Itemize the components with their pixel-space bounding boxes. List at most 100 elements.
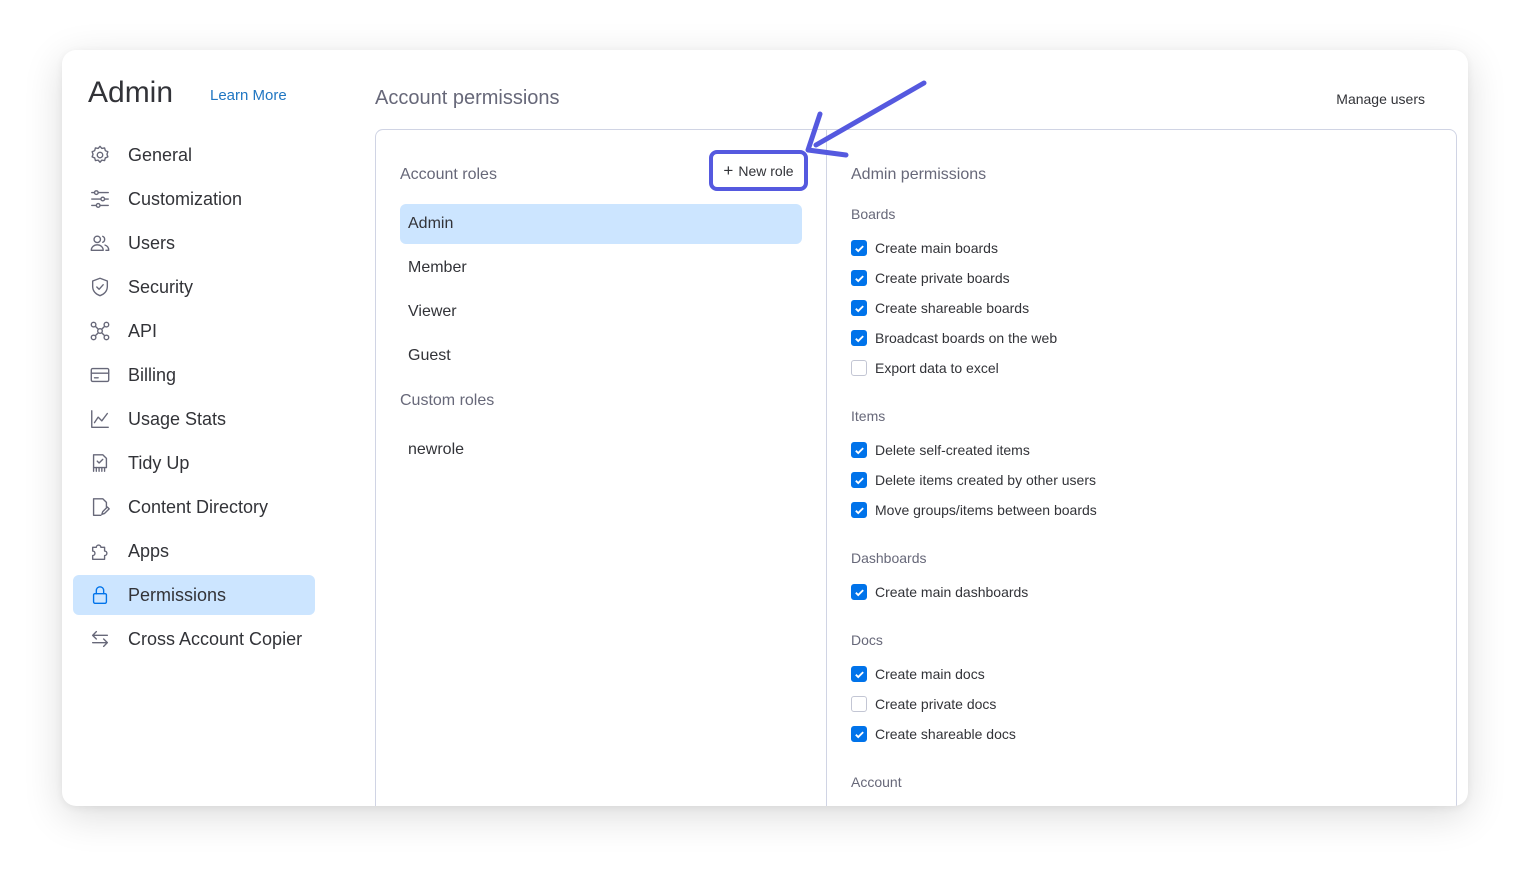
checkmark-icon (854, 730, 864, 738)
new-role-label: New role (738, 162, 794, 179)
permission-row: Export data to excel (851, 353, 1431, 383)
checkmark-icon (854, 670, 864, 678)
chart-icon (89, 408, 111, 430)
content-directory-icon (89, 496, 111, 518)
permission-row: Delete items created by other users (851, 465, 1431, 495)
permission-row: Create main dashboards (851, 577, 1431, 607)
permission-checkbox[interactable] (851, 330, 867, 346)
permission-label: Create main boards (875, 240, 998, 256)
users-icon (89, 232, 111, 254)
new-role-button[interactable]: + New role (709, 150, 808, 191)
sidebar-item-label: Users (128, 232, 176, 253)
permission-row: Upload files across the system (851, 801, 1431, 806)
permission-row: Broadcast boards on the web (851, 323, 1431, 353)
checkmark-icon (854, 334, 864, 342)
sidebar-item-label: Apps (128, 540, 170, 561)
permission-group-title: Items (851, 408, 886, 424)
sidebar-item-usage-stats[interactable]: Usage Stats (73, 399, 315, 439)
permission-group-boards: Boards Create main boards Create private b… (851, 203, 1431, 383)
sidebar-item-users[interactable]: Users (73, 223, 315, 263)
sidebar: General Customization Users Security API (73, 135, 315, 663)
permission-checkbox[interactable] (851, 502, 867, 518)
role-item-member[interactable]: Member (400, 248, 802, 288)
permission-group-items: Items Delete self-created items Delete ite… (851, 405, 1431, 525)
permission-checkbox[interactable] (851, 240, 867, 256)
role-item-newrole[interactable]: newrole (400, 430, 802, 470)
permissions-heading: Admin permissions (851, 166, 987, 183)
permission-group-dashboards: Dashboards Create main dashboards (851, 547, 1431, 607)
permission-row: Create shareable docs (851, 719, 1431, 749)
permission-label: Delete items created by other users (875, 472, 1096, 488)
permission-checkbox[interactable] (851, 696, 867, 712)
permission-checkbox[interactable] (851, 442, 867, 458)
permission-label: Create private boards (875, 270, 1010, 286)
sidebar-item-general[interactable]: General (73, 135, 315, 175)
sidebar-item-label: API (128, 320, 158, 341)
permission-label: Delete self-created items (875, 442, 1030, 458)
custom-roles-list: newrole (400, 430, 802, 474)
permission-label: Create shareable boards (875, 300, 1030, 316)
gear-icon (89, 144, 111, 166)
permission-checkbox[interactable] (851, 300, 867, 316)
sidebar-item-label: Content Directory (128, 496, 269, 517)
permission-label: Move groups/items between boards (875, 502, 1097, 518)
manage-users-link[interactable]: Manage users (1336, 91, 1425, 107)
permissions-panel: Account roles + New role Admin Member Vi… (375, 129, 1457, 806)
learn-more-link[interactable]: Learn More (210, 87, 287, 104)
account-roles-heading: Account roles (400, 166, 497, 183)
permission-checkbox[interactable] (851, 360, 867, 376)
sidebar-item-billing[interactable]: Billing (73, 355, 315, 395)
sidebar-item-tidy-up[interactable]: Tidy Up (73, 443, 315, 483)
sidebar-item-label: Billing (128, 364, 177, 385)
checkmark-icon (854, 244, 864, 252)
shield-icon (89, 276, 111, 298)
sidebar-item-label: Customization (128, 188, 243, 209)
permission-row: Create main docs (851, 659, 1431, 689)
role-item-admin[interactable]: Admin (400, 204, 802, 244)
custom-roles-heading: Custom roles (400, 392, 495, 409)
sidebar-item-permissions[interactable]: Permissions (73, 575, 315, 615)
sidebar-item-customization[interactable]: Customization (73, 179, 315, 219)
sidebar-item-label: Permissions (128, 584, 227, 605)
role-item-guest[interactable]: Guest (400, 336, 802, 376)
permission-checkbox[interactable] (851, 270, 867, 286)
permission-group-title: Account (851, 774, 902, 790)
permission-groups: Boards Create main boards Create private b… (851, 203, 1431, 806)
sliders-icon (89, 188, 111, 210)
permission-group-account: Account Upload files across the system (851, 771, 1431, 806)
permission-checkbox[interactable] (851, 726, 867, 742)
role-item-viewer[interactable]: Viewer (400, 292, 802, 332)
page-title: Account permissions (375, 87, 560, 109)
permission-row: Create private boards (851, 263, 1431, 293)
annotation-arrow-icon (805, 80, 927, 158)
sidebar-item-security[interactable]: Security (73, 267, 315, 307)
admin-title: Admin (88, 76, 174, 109)
tidy-up-icon (89, 452, 111, 474)
permission-row: Delete self-created items (851, 435, 1431, 465)
checkmark-icon (854, 304, 864, 312)
permission-row: Create private docs (851, 689, 1431, 719)
sidebar-item-apps[interactable]: Apps (73, 531, 315, 571)
lock-icon (89, 584, 111, 606)
permission-label: Broadcast boards on the web (875, 330, 1058, 346)
permission-label: Create main dashboards (875, 584, 1029, 600)
permission-row: Create main boards (851, 233, 1431, 263)
checkmark-icon (854, 476, 864, 484)
permission-row: Move groups/items between boards (851, 495, 1431, 525)
permission-group-title: Dashboards (851, 550, 927, 566)
permission-checkbox[interactable] (851, 666, 867, 682)
sidebar-item-label: Tidy Up (128, 452, 190, 473)
panel-divider (826, 130, 827, 806)
admin-window: Admin Learn More Account permissions Man… (62, 50, 1468, 806)
admin-permissions: Admin permissions Boards Create main boar… (851, 166, 1431, 806)
sidebar-item-cross-account-copier[interactable]: Cross Account Copier (73, 619, 315, 659)
sidebar-item-content-directory[interactable]: Content Directory (73, 487, 315, 527)
sidebar-item-label: Security (128, 276, 194, 297)
permission-checkbox[interactable] (851, 584, 867, 600)
sidebar-item-api[interactable]: API (73, 311, 315, 351)
permission-checkbox[interactable] (851, 472, 867, 488)
card-icon (89, 364, 111, 386)
checkmark-icon (854, 588, 864, 596)
permission-group-docs: Docs Create main docs Create private docs C… (851, 629, 1431, 749)
sidebar-item-label: General (128, 144, 193, 165)
